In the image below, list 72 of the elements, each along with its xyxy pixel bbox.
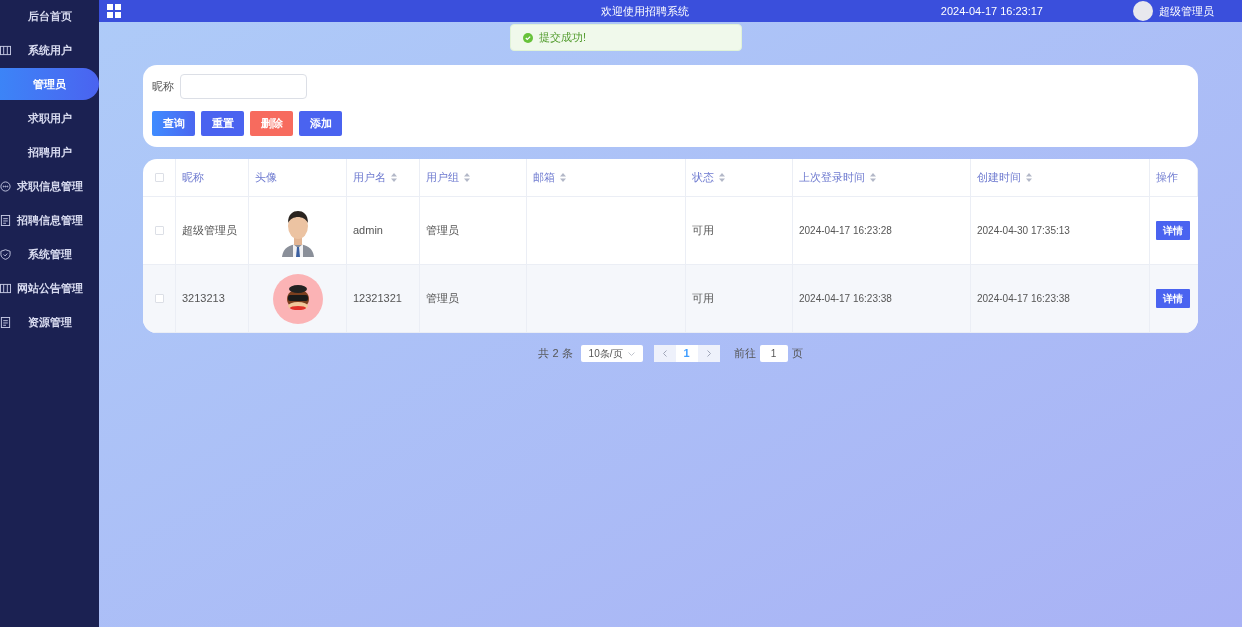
table-cell-text: 2024-04-17 16:23:38 — [977, 292, 1070, 306]
column-header[interactable]: 状态 — [692, 169, 714, 186]
table-cell-text: admin — [353, 223, 383, 239]
sidebar-item[interactable]: 系统用户 — [0, 34, 99, 66]
columns-icon — [0, 282, 11, 294]
field-label: 昵称 — [152, 79, 174, 95]
sort-icon[interactable] — [1026, 173, 1032, 182]
sidebar-item[interactable]: 求职用户 — [0, 102, 99, 134]
sidebar-item[interactable]: 招聘信息管理 — [0, 204, 99, 236]
sidebar-item[interactable]: 资源管理 — [0, 306, 99, 338]
toast-message: 提交成功! — [539, 30, 587, 46]
table-cell-text: 2024-04-17 16:23:38 — [799, 292, 892, 306]
app-title: 欢迎使用招聘系统 — [601, 3, 689, 19]
column-header[interactable]: 用户组 — [426, 169, 459, 186]
sidebar-item[interactable]: 求职信息管理 — [0, 170, 99, 202]
document-icon — [0, 316, 11, 328]
delete-button[interactable]: 删除 — [250, 111, 293, 136]
page-size-select[interactable]: 10条/页 — [580, 345, 643, 362]
nickname-input[interactable] — [180, 74, 307, 99]
table-cell-text: 可用 — [692, 291, 714, 307]
sidebar-item[interactable]: 管理员 — [0, 68, 99, 100]
add-button[interactable]: 添加 — [299, 111, 342, 136]
header-datetime: 2024-04-17 16:23:17 — [940, 3, 1043, 19]
checkbox[interactable] — [154, 226, 164, 235]
sidebar-item[interactable]: 后台首页 — [0, 0, 99, 32]
grid-icon[interactable] — [107, 4, 121, 18]
sidebar-item[interactable]: 系统管理 — [0, 238, 99, 270]
table-cell-text: 2024-04-17 16:23:28 — [799, 224, 892, 238]
goto-label: 前往 — [733, 346, 756, 362]
checkbox[interactable] — [154, 173, 164, 182]
prev-page-button[interactable] — [653, 345, 676, 362]
chat-icon — [0, 180, 11, 192]
table-cell-text: 管理员 — [426, 291, 459, 307]
column-header[interactable]: 创建时间 — [977, 169, 1021, 186]
goto-page-input[interactable]: 1 — [759, 345, 788, 362]
details-button[interactable]: 详情 — [1156, 221, 1190, 240]
document-icon — [0, 214, 11, 226]
table-cell-text: 3213213 — [182, 291, 225, 307]
column-header: 昵称 — [182, 170, 204, 186]
total-count: 共 2 条 — [538, 346, 573, 362]
column-header[interactable]: 邮箱 — [533, 169, 555, 186]
sidebar-item[interactable]: 网站公告管理 — [0, 272, 99, 304]
sidebar-item[interactable]: 招聘用户 — [0, 136, 99, 168]
chevron-right-icon — [706, 350, 711, 357]
sort-icon[interactable] — [560, 173, 566, 182]
sort-icon[interactable] — [391, 173, 397, 182]
column-header: 操作 — [1156, 170, 1178, 186]
sort-icon[interactable] — [719, 173, 725, 182]
sort-icon[interactable] — [464, 173, 470, 182]
column-header[interactable]: 用户名 — [353, 169, 386, 186]
chevron-down-icon — [627, 351, 635, 356]
columns-icon — [0, 44, 11, 56]
page-number[interactable]: 1 — [675, 345, 698, 362]
table-cell-text: 可用 — [692, 223, 714, 239]
sort-icon[interactable] — [870, 173, 876, 182]
next-page-button[interactable] — [697, 345, 720, 362]
user-name[interactable]: 超级管理员 — [1159, 2, 1214, 20]
query-button[interactable]: 查询 — [152, 111, 195, 136]
page-suffix: 页 — [791, 346, 803, 362]
shield-icon — [0, 248, 11, 260]
column-header: 头像 — [255, 170, 277, 186]
table-cell-text: 超级管理员 — [182, 223, 237, 239]
details-button[interactable]: 详情 — [1156, 289, 1190, 308]
table-cell-text: 12321321 — [353, 291, 402, 307]
column-header[interactable]: 上次登录时间 — [799, 169, 865, 186]
checkbox[interactable] — [154, 294, 164, 303]
reset-button[interactable]: 重置 — [201, 111, 244, 136]
chevron-left-icon — [662, 350, 667, 357]
user-avatar[interactable] — [1133, 1, 1153, 21]
table-cell-text: 管理员 — [426, 223, 459, 239]
table-cell-text: 2024-04-30 17:35:13 — [977, 224, 1070, 238]
success-icon — [523, 32, 533, 43]
